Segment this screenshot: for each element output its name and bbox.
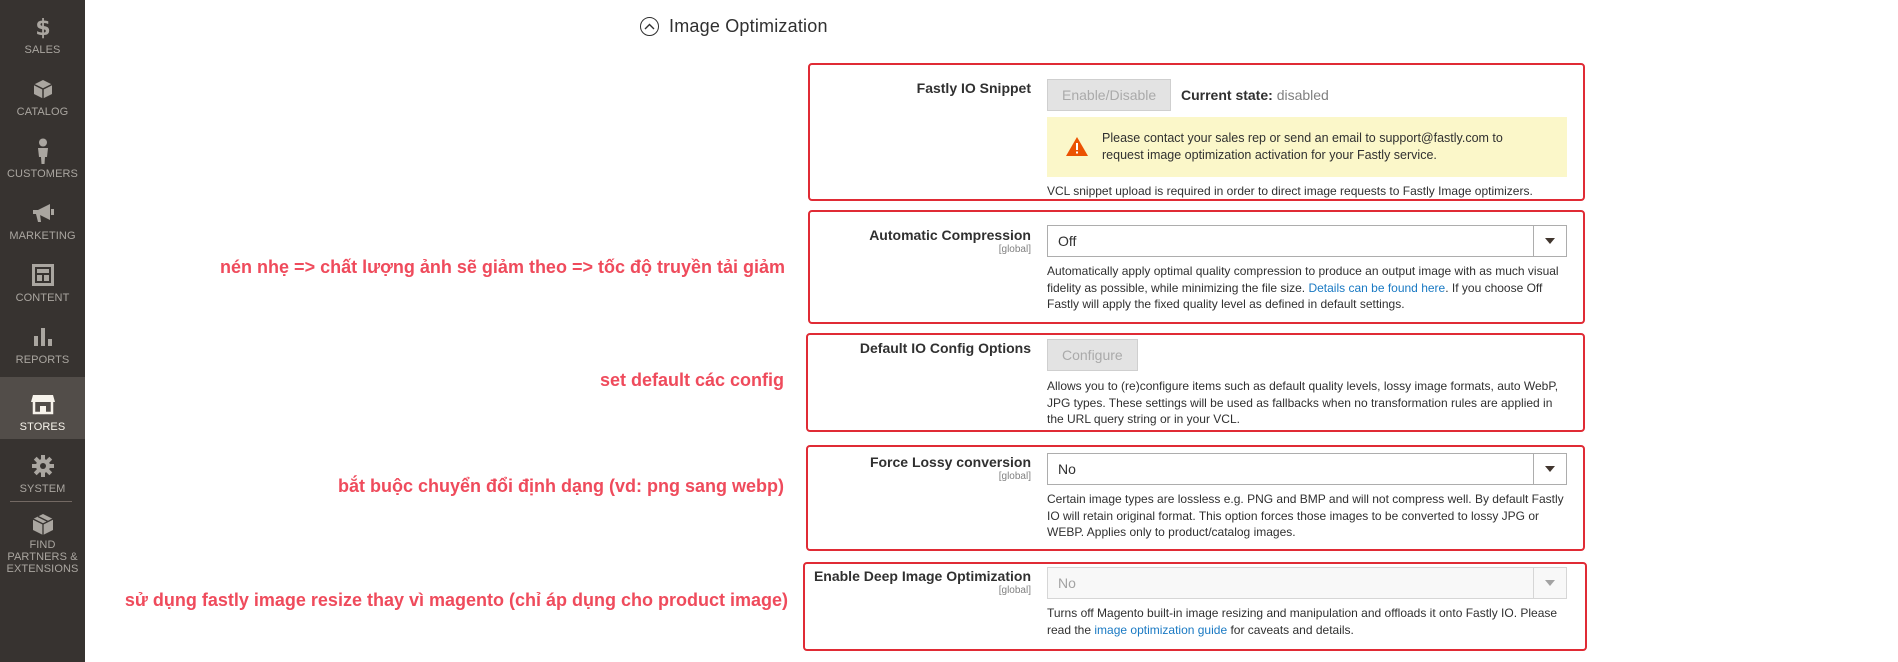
sidebar-item-sales[interactable]: $ SALES (0, 0, 85, 62)
enable-disable-button[interactable]: Enable/Disable (1047, 79, 1172, 111)
boxes-icon (0, 512, 85, 538)
section-header[interactable]: Image Optimization (640, 14, 828, 38)
sidebar-item-customers[interactable]: CUSTOMERS (0, 124, 85, 186)
annotation-config: set default các config (599, 370, 784, 390)
lossy-label: Force Lossy conversion [global] (870, 454, 1031, 482)
deep-select[interactable]: No (1047, 567, 1567, 599)
sidebar-divider (10, 501, 72, 502)
current-state: Current state: disabled (1181, 87, 1329, 103)
sidebar-item-label: REPORTS (15, 354, 70, 366)
sidebar-item-catalog[interactable]: CATALOG (0, 62, 85, 124)
compression-label: Automatic Compression [global] (869, 227, 1031, 255)
snippet-label: Fastly IO Snippet (916, 80, 1031, 96)
warning-text: Please contact your sales rep or send an… (1102, 131, 1503, 162)
select-value: Off (1058, 233, 1077, 249)
warning-icon (1065, 136, 1089, 162)
config-note: Allows you to (re)configure items such a… (1047, 379, 1559, 426)
chevron-down-icon (1533, 454, 1566, 484)
current-state-label: Current state: (1181, 87, 1273, 103)
lossy-select[interactable]: No (1047, 453, 1567, 485)
sidebar-item-label: CATALOG (16, 106, 69, 118)
sidebar-item-find-partners[interactable]: FIND PARTNERS & EXTENSIONS (0, 509, 85, 579)
select-value: No (1058, 461, 1076, 477)
scope-label: [global] (998, 244, 1031, 255)
bar-chart-icon (0, 324, 85, 350)
sidebar-item-marketing[interactable]: MARKETING (0, 186, 85, 248)
gear-icon (0, 453, 85, 479)
deep-note: Turns off Magento built-in image resizin… (1047, 605, 1567, 638)
select-value: No (1058, 575, 1076, 591)
megaphone-icon (0, 200, 85, 226)
sidebar-item-reports[interactable]: REPORTS (0, 310, 85, 372)
chevron-up-icon (640, 16, 659, 36)
annotation-deep: sử dụng fastly image resize thay vì mage… (124, 590, 788, 610)
sidebar-item-label: CONTENT (15, 292, 70, 304)
snippet-note: VCL snippet upload is required in order … (1047, 184, 1533, 198)
sidebar-item-content[interactable]: CONTENT (0, 248, 85, 310)
layout-icon (0, 262, 85, 288)
details-link[interactable]: Details can be found here (1308, 281, 1445, 295)
sidebar-item-system[interactable]: SYSTEM (0, 439, 85, 501)
sidebar-item-label: CUSTOMERS (7, 168, 78, 180)
scope-label: [global] (998, 585, 1031, 596)
compression-select[interactable]: Off (1047, 225, 1567, 257)
compression-label-text: Automatic Compression (869, 227, 1031, 243)
admin-sidebar: $ SALES CATALOG CUSTOMERS MARKETING CONT… (0, 0, 85, 662)
sidebar-item-label: SALES (24, 44, 61, 56)
optimization-guide-link[interactable]: image optimization guide (1094, 623, 1227, 637)
annotation-compression: nén nhẹ => chất lượng ảnh sẽ giảm theo =… (220, 257, 785, 277)
section-title: Image Optimization (669, 15, 828, 36)
lossy-label-text: Force Lossy conversion (869, 454, 1031, 470)
chevron-down-icon (1533, 226, 1566, 256)
person-icon (0, 138, 85, 164)
deep-label: Enable Deep Image Optimization [global] (814, 568, 1031, 596)
sidebar-item-label: SYSTEM (19, 483, 66, 495)
sidebar-item-stores[interactable]: STORES (0, 377, 85, 439)
chevron-down-icon (1533, 568, 1566, 598)
note-text: for caveats and details. (1227, 622, 1354, 637)
compression-note: Automatically apply optimal quality comp… (1047, 263, 1567, 313)
svg-text:$: $ (35, 16, 50, 39)
dollar-icon: $ (0, 14, 85, 40)
configure-button[interactable]: Configure (1047, 339, 1138, 371)
scope-label: [global] (998, 471, 1031, 482)
sidebar-item-label: STORES (19, 421, 66, 433)
annotation-lossy: bắt buộc chuyển đổi định dạng (vd: png s… (338, 476, 784, 496)
deep-label-text: Enable Deep Image Optimization (813, 568, 1031, 584)
lossy-note: Certain image types are lossless e.g. PN… (1047, 492, 1564, 539)
store-icon (0, 391, 85, 417)
sidebar-item-label: MARKETING (9, 230, 76, 242)
cube-icon (0, 76, 85, 102)
config-label: Default IO Config Options (859, 340, 1031, 356)
current-state-value: disabled (1276, 87, 1329, 103)
warning-message: Please contact your sales rep or send an… (1047, 117, 1567, 177)
sidebar-item-label: FIND PARTNERS & EXTENSIONS (6, 539, 79, 575)
